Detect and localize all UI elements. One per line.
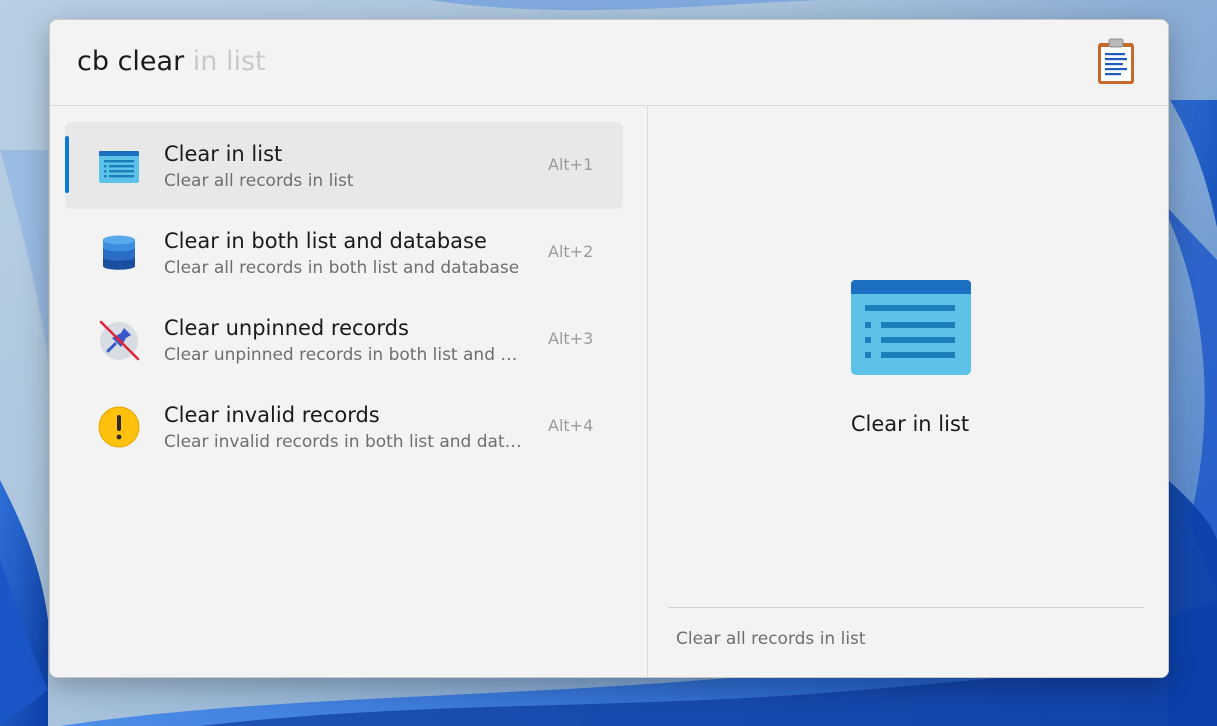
preview-panel: Clear in list Clear all records in list bbox=[648, 106, 1168, 677]
result-title: Clear invalid records bbox=[164, 403, 380, 427]
list-window-icon bbox=[851, 280, 971, 375]
result-shortcut: Alt+3 bbox=[548, 329, 594, 348]
query-autocomplete-suggestion: in list bbox=[184, 46, 266, 77]
result-subtitle: Clear invalid records in both list and d… bbox=[164, 432, 524, 452]
result-shortcut: Alt+4 bbox=[548, 416, 594, 435]
query-typed: cb clear bbox=[77, 46, 185, 77]
selection-indicator bbox=[65, 136, 69, 193]
result-shortcut: Alt+2 bbox=[548, 242, 594, 261]
result-title: Clear in both list and database bbox=[164, 229, 487, 253]
result-title: Clear unpinned records bbox=[164, 316, 409, 340]
preview-subtitle: Clear all records in list bbox=[676, 629, 866, 649]
result-item-clear-in-list-and-database[interactable]: Clear in both list and database Clear al… bbox=[65, 209, 623, 296]
preview-divider bbox=[668, 607, 1144, 608]
launcher-window: cb clear in list Clear in list Clear all… bbox=[49, 19, 1169, 678]
database-icon bbox=[103, 235, 135, 270]
clipboard-icon bbox=[1098, 38, 1134, 84]
preview-title: Clear in list bbox=[850, 412, 970, 436]
unpin-icon bbox=[99, 320, 140, 361]
list-window-icon bbox=[99, 151, 139, 183]
result-subtitle: Clear unpinned records in both list and … bbox=[164, 345, 524, 365]
results-list: Clear in list Clear all records in list … bbox=[50, 106, 648, 677]
warning-icon bbox=[98, 406, 140, 448]
result-subtitle: Clear all records in list bbox=[164, 171, 354, 191]
result-subtitle: Clear all records in both list and datab… bbox=[164, 258, 520, 278]
result-item-clear-in-list[interactable]: Clear in list Clear all records in list … bbox=[65, 122, 623, 209]
query-bar[interactable]: cb clear in list bbox=[50, 20, 1168, 106]
result-item-clear-invalid-records[interactable]: Clear invalid records Clear invalid reco… bbox=[65, 383, 623, 470]
result-title: Clear in list bbox=[164, 142, 283, 166]
query-input[interactable]: cb clear in list bbox=[77, 44, 266, 80]
result-shortcut: Alt+1 bbox=[548, 155, 594, 174]
result-item-clear-unpinned-records[interactable]: Clear unpinned records Clear unpinned re… bbox=[65, 296, 623, 383]
